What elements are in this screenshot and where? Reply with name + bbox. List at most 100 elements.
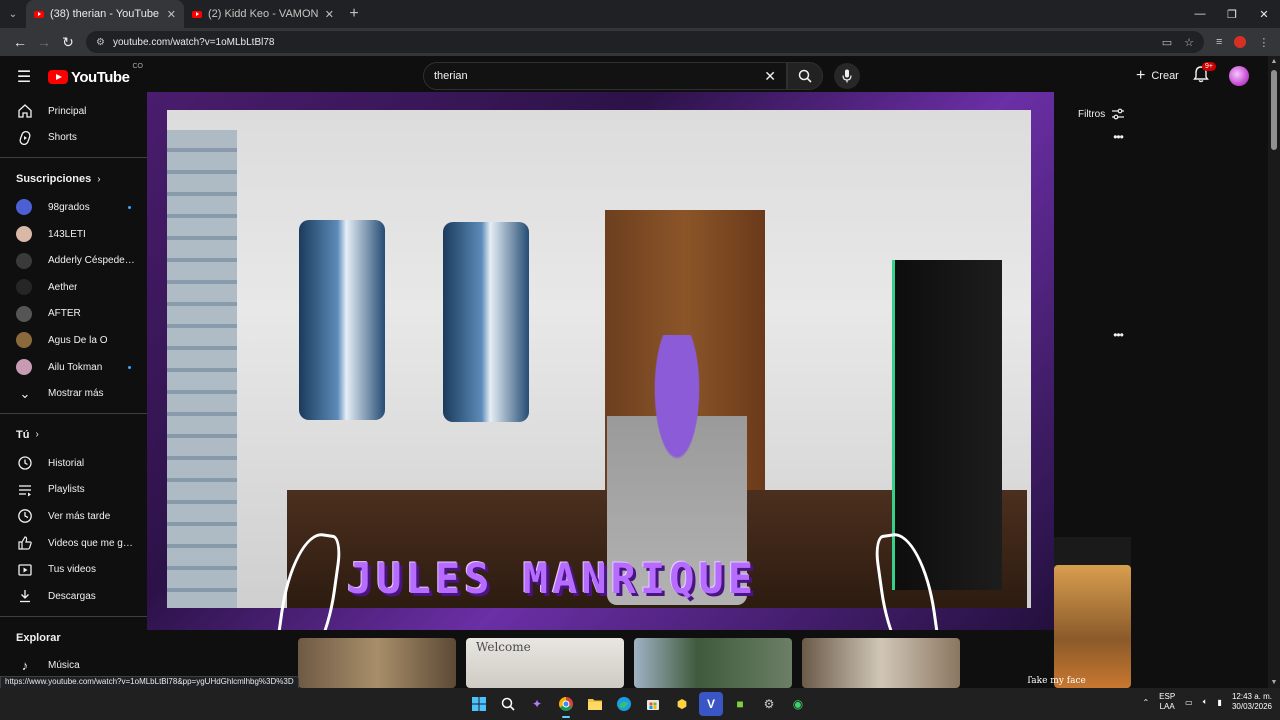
chevron-right-icon: › (35, 429, 39, 441)
tab-close-icon[interactable]: ✕ (325, 8, 334, 21)
video-thumbnail[interactable] (634, 638, 792, 688)
sidebar-item-playlists[interactable]: Playlists (0, 477, 147, 504)
explore-title: Explorar (16, 631, 61, 644)
file-explorer-icon[interactable] (583, 692, 607, 716)
page-scrollbar[interactable]: ▲ ▼ (1268, 56, 1280, 688)
more-actions-icon[interactable]: ••• (1110, 130, 1126, 144)
windows-taskbar: ✦ ⬢ V ■ ⚙ ◉ ⌃ ESP LAA ▭ 🔈︎ ▮ 12:43 a. m.… (0, 688, 1280, 720)
subscription-item[interactable]: Adderly Céspedes (... (0, 247, 147, 274)
scroll-down-icon[interactable]: ▼ (1270, 679, 1278, 686)
channel-avatar (16, 226, 32, 243)
subscription-item[interactable]: 143LETI (0, 221, 147, 248)
shorts-icon (16, 129, 34, 147)
filter-sliders-icon (1112, 108, 1125, 120)
sidebar-item-principal[interactable]: Principal (0, 98, 147, 125)
channel-name: Aether (48, 281, 78, 293)
menu-kebab-icon[interactable]: ⋮ (1258, 36, 1269, 49)
sidebar-item-your-videos[interactable]: Tus videos (0, 556, 147, 583)
country-code: CO (132, 62, 143, 70)
back-icon[interactable]: ← (8, 34, 32, 50)
show-more-button[interactable]: ⌄ Mostrar más (0, 380, 147, 407)
browser-tab[interactable]: (2) Kidd Keo - VAMONOS 2.0 - ✕ (184, 0, 342, 28)
more-actions-icon[interactable]: ••• (1110, 328, 1126, 342)
voice-search-button[interactable] (834, 63, 860, 89)
sidebar-item-label: Videos que me gus... (48, 537, 138, 549)
battery-icon[interactable]: ▮ (1218, 698, 1222, 707)
tab-title: (38) therian - YouTube (50, 8, 160, 20)
windows-start-icon[interactable] (467, 692, 491, 716)
edge-icon[interactable] (612, 692, 636, 716)
subscription-item[interactable]: 98grados (0, 194, 147, 221)
video-player[interactable]: JULES MANRIQUE (147, 92, 1054, 630)
sidebar-item-downloads[interactable]: Descargas (0, 583, 147, 610)
scrollbar-thumb[interactable] (1271, 70, 1277, 150)
address-bar[interactable]: ⚙ youtube.com/watch?v=1oMLbLtBl78 ▭ ☆ (86, 31, 1204, 53)
tray-expand-icon[interactable]: ⌃ (1142, 698, 1149, 707)
reload-icon[interactable]: ↻ (56, 34, 80, 51)
game-app-icon[interactable]: ⬢ (670, 692, 694, 716)
clock[interactable]: 12:43 a. m. 30/03/2026 (1232, 692, 1272, 712)
sidebar-item-watch-later[interactable]: Ver más tarde (0, 503, 147, 530)
cast-icon[interactable]: ▭ (1162, 36, 1172, 49)
youtube-logo[interactable]: YouTube CO (48, 63, 143, 86)
account-avatar[interactable] (1229, 66, 1249, 86)
network-icon[interactable]: ▭ (1185, 698, 1193, 707)
close-window-icon[interactable]: ✕ (1248, 0, 1280, 28)
minecraft-launcher-icon[interactable]: ■ (728, 692, 752, 716)
language-code: ESP (1159, 692, 1176, 701)
minimize-icon[interactable]: — (1184, 0, 1216, 28)
create-button[interactable]: + Crear (1126, 63, 1189, 89)
history-icon (16, 454, 34, 472)
keyboard-layout: LAA (1159, 702, 1175, 711)
show-more-label: Mostrar más (48, 388, 104, 400)
subscription-item[interactable]: AFTER (0, 301, 147, 328)
subscription-item[interactable]: Ailu Tokman (0, 354, 147, 381)
search-input[interactable]: therian ✕ (423, 62, 787, 90)
volume-icon[interactable]: 🔈︎ (1203, 697, 1208, 707)
clear-search-icon[interactable]: ✕ (764, 68, 776, 85)
chrome-icon[interactable] (554, 692, 578, 718)
taskbar-search-icon[interactable] (496, 692, 520, 716)
restore-icon[interactable]: ❐ (1216, 0, 1248, 28)
subscription-item[interactable]: Aether (0, 274, 147, 301)
channel-name: Ailu Tokman (48, 361, 103, 373)
sidebar-item-history[interactable]: Historial (0, 450, 147, 477)
xbox-icon[interactable]: ◉ (786, 692, 810, 716)
vegas-editor-icon[interactable]: V (699, 692, 723, 716)
site-info-icon[interactable]: ⚙ (96, 37, 105, 48)
new-tab-button[interactable]: + (342, 0, 366, 28)
video-scene-shelf (167, 130, 237, 608)
video-thumbnail[interactable]: Welcome (466, 638, 624, 688)
scroll-up-icon[interactable]: ▲ (1270, 58, 1278, 65)
copilot-icon[interactable]: ✦ (525, 692, 549, 716)
search-button[interactable] (787, 62, 823, 90)
subscription-item[interactable]: Agus De la O (0, 327, 147, 354)
browser-tab-active[interactable]: (38) therian - YouTube ✕ (26, 0, 184, 28)
language-indicator[interactable]: ESP LAA (1159, 692, 1175, 712)
sidebar-item-liked-videos[interactable]: Videos que me gus... (0, 530, 147, 557)
tab-search-chevron-icon[interactable]: ⌄ (0, 0, 26, 28)
channel-name: 98grados (48, 201, 90, 213)
hamburger-menu-icon[interactable]: ☰ (0, 67, 48, 87)
video-thumbnail[interactable] (802, 638, 960, 688)
media-controls-icon[interactable]: ≡ (1216, 36, 1222, 48)
youtube-favicon-icon (34, 10, 44, 18)
music-icon: ♪ (21, 658, 29, 674)
video-thumbnail[interactable] (298, 638, 456, 688)
store-icon[interactable] (641, 692, 665, 716)
bookmark-star-icon[interactable]: ☆ (1184, 36, 1194, 49)
subscriptions-header[interactable]: Suscripciones › (0, 164, 147, 194)
forward-icon[interactable]: → (32, 34, 56, 50)
you-header[interactable]: Tú › (0, 420, 147, 450)
filters-button[interactable]: Filtros (1070, 103, 1133, 125)
you-title: Tú (16, 428, 30, 441)
notifications-button[interactable]: 9+ (1192, 62, 1216, 85)
profile-icon[interactable] (1234, 36, 1247, 48)
sidebar-item-label: Descargas (48, 590, 96, 602)
video-thumbnail[interactable]: Take my face (1026, 565, 1131, 688)
steam-icon[interactable]: ⚙ (757, 692, 781, 716)
subscriptions-title: Suscripciones (16, 173, 92, 186)
tab-close-icon[interactable]: ✕ (167, 8, 176, 21)
sidebar-item-shorts[interactable]: Shorts (0, 125, 147, 152)
clock-time: 12:43 a. m. (1231, 692, 1272, 701)
